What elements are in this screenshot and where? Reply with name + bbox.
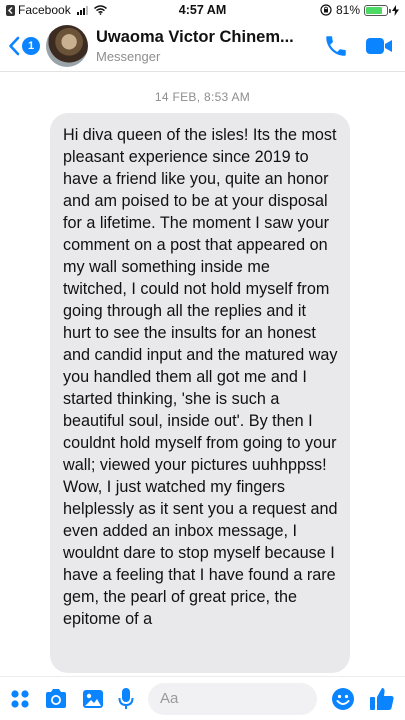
- header-actions: [323, 33, 397, 59]
- phone-icon[interactable]: [323, 33, 349, 59]
- message-composer: [0, 676, 405, 720]
- thumbs-up-icon[interactable]: [369, 686, 395, 712]
- status-right: 81%: [320, 3, 399, 17]
- message-text: Hi diva queen of the isles! Its the most…: [63, 126, 338, 628]
- status-left[interactable]: Facebook: [6, 3, 107, 17]
- charging-bolt-icon: [392, 4, 399, 16]
- battery-percentage: 81%: [335, 3, 360, 17]
- back-to-app-label[interactable]: Facebook: [18, 3, 71, 17]
- orientation-lock-icon: [320, 4, 332, 16]
- conversation-header: 1 Uwaoma Victor Chinem... Messenger: [0, 20, 405, 72]
- image-icon[interactable]: [82, 689, 104, 709]
- conversation-title[interactable]: Uwaoma Victor Chinem... Messenger: [96, 28, 294, 64]
- message-input-container[interactable]: [148, 682, 317, 715]
- four-dots-icon[interactable]: [10, 689, 30, 709]
- avatar[interactable]: [46, 24, 88, 67]
- back-to-app-icon[interactable]: [6, 4, 15, 16]
- message-timestamp: 14 FEB, 8:53 AM: [154, 90, 251, 104]
- wifi-icon: [93, 5, 107, 15]
- chevron-left-icon[interactable]: [8, 36, 20, 56]
- message-input[interactable]: [160, 690, 305, 707]
- battery-icon: [364, 4, 391, 16]
- emoji-icon[interactable]: [331, 687, 355, 711]
- back-button[interactable]: 1: [8, 36, 40, 56]
- contact-subtitle: Messenger: [96, 48, 161, 64]
- video-camera-icon[interactable]: [365, 35, 393, 57]
- received-message-bubble[interactable]: Hi diva queen of the isles! Its the most…: [50, 113, 350, 673]
- contact-name[interactable]: Uwaoma Victor Chinem...: [96, 28, 294, 47]
- signal-icon: [76, 5, 88, 15]
- microphone-icon[interactable]: [118, 687, 134, 711]
- camera-icon[interactable]: [44, 688, 68, 710]
- unread-badge[interactable]: 1: [22, 36, 40, 55]
- battery-fill: [366, 6, 383, 14]
- status-bar: Facebook 4:57 AM 81%: [0, 0, 405, 20]
